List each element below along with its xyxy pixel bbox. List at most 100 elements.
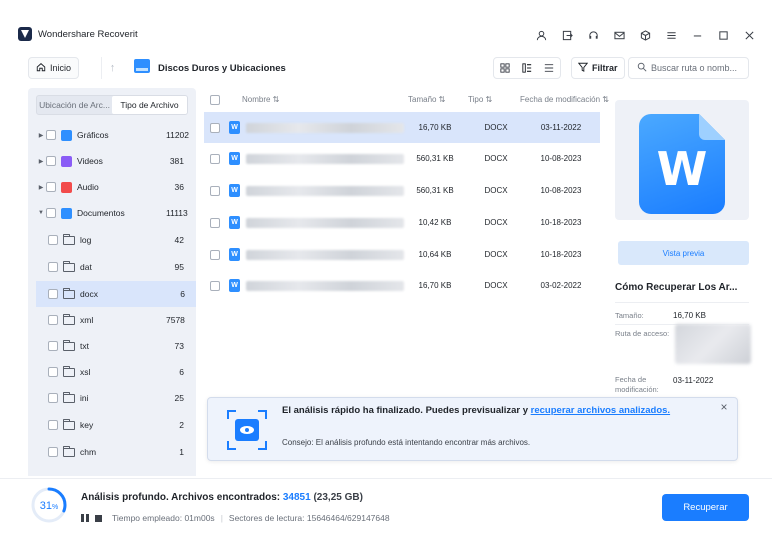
checkbox[interactable] bbox=[48, 262, 58, 272]
sidebar-item-ini[interactable]: ini 25 bbox=[36, 385, 196, 411]
sidebar-item-count: 11202 bbox=[166, 130, 190, 140]
expand-arrow-icon[interactable]: ▶ bbox=[36, 184, 46, 191]
howto-link[interactable]: Cómo Recuperar Los Ar... bbox=[615, 282, 737, 293]
checkbox[interactable] bbox=[210, 122, 220, 133]
select-all-checkbox[interactable] bbox=[210, 95, 220, 105]
home-button[interactable]: Inicio bbox=[28, 57, 80, 79]
minimize-icon[interactable] bbox=[684, 26, 710, 44]
notice-tip: Consejo: El análisis profundo está inten… bbox=[282, 438, 531, 447]
sidebar-item-videos[interactable]: ▶ Videos 381 bbox=[36, 148, 196, 174]
list-view-button[interactable] bbox=[538, 58, 560, 78]
checkbox[interactable] bbox=[48, 341, 58, 351]
status-prefix: Análisis profundo. Archivos encontrados: bbox=[81, 492, 283, 503]
preview-thumbnail: W bbox=[615, 100, 749, 220]
checkbox[interactable] bbox=[46, 130, 56, 140]
collapse-arrow-icon[interactable]: ▼ bbox=[36, 210, 46, 216]
menu-icon[interactable] bbox=[658, 26, 684, 44]
folder-icon bbox=[63, 260, 75, 272]
up-arrow-button[interactable]: ↑ bbox=[101, 57, 123, 79]
column-date[interactable]: Fecha de modificación ⇅ bbox=[520, 95, 609, 104]
tab-file-location[interactable]: Ubicación de Arc... bbox=[37, 96, 112, 114]
preview-button[interactable]: Vista previa bbox=[618, 241, 749, 265]
checkbox[interactable] bbox=[48, 235, 58, 245]
column-size[interactable]: Tamaño ⇅ bbox=[408, 95, 445, 104]
divider bbox=[615, 302, 749, 303]
file-type: DOCX bbox=[484, 281, 508, 290]
checkbox[interactable] bbox=[46, 182, 56, 192]
checkbox[interactable] bbox=[48, 393, 58, 403]
scan-details: Tiempo empleado: 01m00s | Sectores de le… bbox=[81, 513, 390, 523]
sidebar-item-xml[interactable]: xml 7578 bbox=[36, 307, 196, 333]
checkbox[interactable] bbox=[210, 280, 220, 291]
folder-icon bbox=[63, 365, 75, 377]
cube-icon[interactable] bbox=[632, 26, 658, 44]
blurred-path-value bbox=[675, 324, 751, 364]
maximize-icon[interactable] bbox=[710, 26, 736, 44]
pause-icon[interactable] bbox=[81, 514, 89, 522]
checkbox[interactable] bbox=[46, 208, 56, 218]
user-icon[interactable] bbox=[528, 26, 554, 44]
sidebar-item-label: docx bbox=[80, 289, 98, 299]
sidebar-item-count: 381 bbox=[169, 156, 184, 166]
sidebar-item-key[interactable]: key 2 bbox=[36, 412, 196, 438]
home-label: Inicio bbox=[50, 63, 72, 73]
recover-button[interactable]: Recuperar bbox=[662, 494, 749, 521]
sidebar-item-label: Gráficos bbox=[77, 130, 109, 140]
stop-icon[interactable] bbox=[95, 514, 102, 522]
headset-icon[interactable] bbox=[580, 26, 606, 44]
checkbox[interactable] bbox=[210, 217, 220, 228]
list-icon bbox=[544, 64, 554, 72]
recover-files-link[interactable]: recuperar archivos analizados. bbox=[531, 405, 670, 416]
sidebar-item-docx[interactable]: docx 6 bbox=[36, 281, 196, 307]
sign-in-icon[interactable] bbox=[554, 26, 580, 44]
table-row[interactable]: W 10,42 KB DOCX 10-18-2023 bbox=[204, 207, 600, 238]
file-list-header: Nombre ⇅ Tamaño ⇅ Tipo ⇅ Fecha de modifi… bbox=[204, 88, 609, 112]
sidebar-item-log[interactable]: log 42 bbox=[36, 227, 196, 253]
checkbox[interactable] bbox=[210, 153, 220, 164]
search-input[interactable] bbox=[651, 63, 747, 73]
sidebar-item-xsl[interactable]: xsl 6 bbox=[36, 359, 196, 385]
notice-message: El análisis rápido ha finalizado. Puedes… bbox=[282, 404, 702, 417]
table-row[interactable]: W 560,31 KB DOCX 10-08-2023 bbox=[204, 143, 600, 174]
filter-button[interactable]: Filtrar bbox=[571, 57, 625, 79]
table-row[interactable]: W 16,70 KB DOCX 03-11-2022 bbox=[204, 112, 600, 143]
expand-arrow-icon[interactable]: ▶ bbox=[36, 132, 46, 139]
sidebar-item-label: xml bbox=[80, 315, 94, 325]
checkbox[interactable] bbox=[46, 156, 56, 166]
table-row[interactable]: W 560,31 KB DOCX 10-08-2023 bbox=[204, 175, 600, 206]
sidebar-item-dat[interactable]: dat 95 bbox=[36, 254, 196, 280]
checkbox[interactable] bbox=[210, 185, 220, 196]
sidebar-item-label: ini bbox=[80, 393, 89, 403]
sidebar-item-chm[interactable]: chm 1 bbox=[36, 439, 196, 465]
checkbox[interactable] bbox=[48, 420, 58, 430]
column-type[interactable]: Tipo ⇅ bbox=[468, 95, 492, 104]
word-file-icon: W bbox=[229, 184, 240, 197]
sidebar-item-graphics[interactable]: ▶ Gráficos 11202 bbox=[36, 122, 196, 148]
sidebar-item-label: dat bbox=[80, 262, 92, 272]
scan-status: Análisis profundo. Archivos encontrados:… bbox=[81, 492, 363, 503]
detail-view-button[interactable] bbox=[516, 58, 538, 78]
checkbox[interactable] bbox=[48, 367, 58, 377]
date-value: 03-11-2022 bbox=[673, 376, 714, 385]
tab-file-type[interactable]: Tipo de Archivo bbox=[112, 96, 187, 114]
sidebar-item-txt[interactable]: txt 73 bbox=[36, 333, 196, 359]
column-name[interactable]: Nombre ⇅ bbox=[242, 95, 279, 104]
sidebar-item-documents[interactable]: ▼ Documentos 11113 bbox=[36, 200, 196, 226]
checkbox[interactable] bbox=[48, 315, 58, 325]
filter-label: Filtrar bbox=[592, 63, 618, 73]
file-type: DOCX bbox=[484, 218, 508, 227]
table-row[interactable]: W 10,64 KB DOCX 10-18-2023 bbox=[204, 239, 600, 270]
progress-ring: 31% bbox=[31, 487, 67, 523]
view-mode-switch bbox=[493, 57, 561, 79]
checkbox[interactable] bbox=[210, 249, 220, 260]
checkbox[interactable] bbox=[48, 447, 58, 457]
mail-icon[interactable] bbox=[606, 26, 632, 44]
close-notice-button[interactable]: × bbox=[717, 400, 731, 414]
close-icon[interactable] bbox=[736, 26, 762, 44]
expand-arrow-icon[interactable]: ▶ bbox=[36, 158, 46, 165]
grid-view-button[interactable] bbox=[494, 58, 516, 78]
table-row[interactable]: W 16,70 KB DOCX 03-02-2022 bbox=[204, 270, 600, 301]
checkbox[interactable] bbox=[48, 289, 58, 299]
sidebar-item-audio[interactable]: ▶ Audio 36 bbox=[36, 174, 196, 200]
sidebar-item-label: chm bbox=[80, 447, 97, 457]
